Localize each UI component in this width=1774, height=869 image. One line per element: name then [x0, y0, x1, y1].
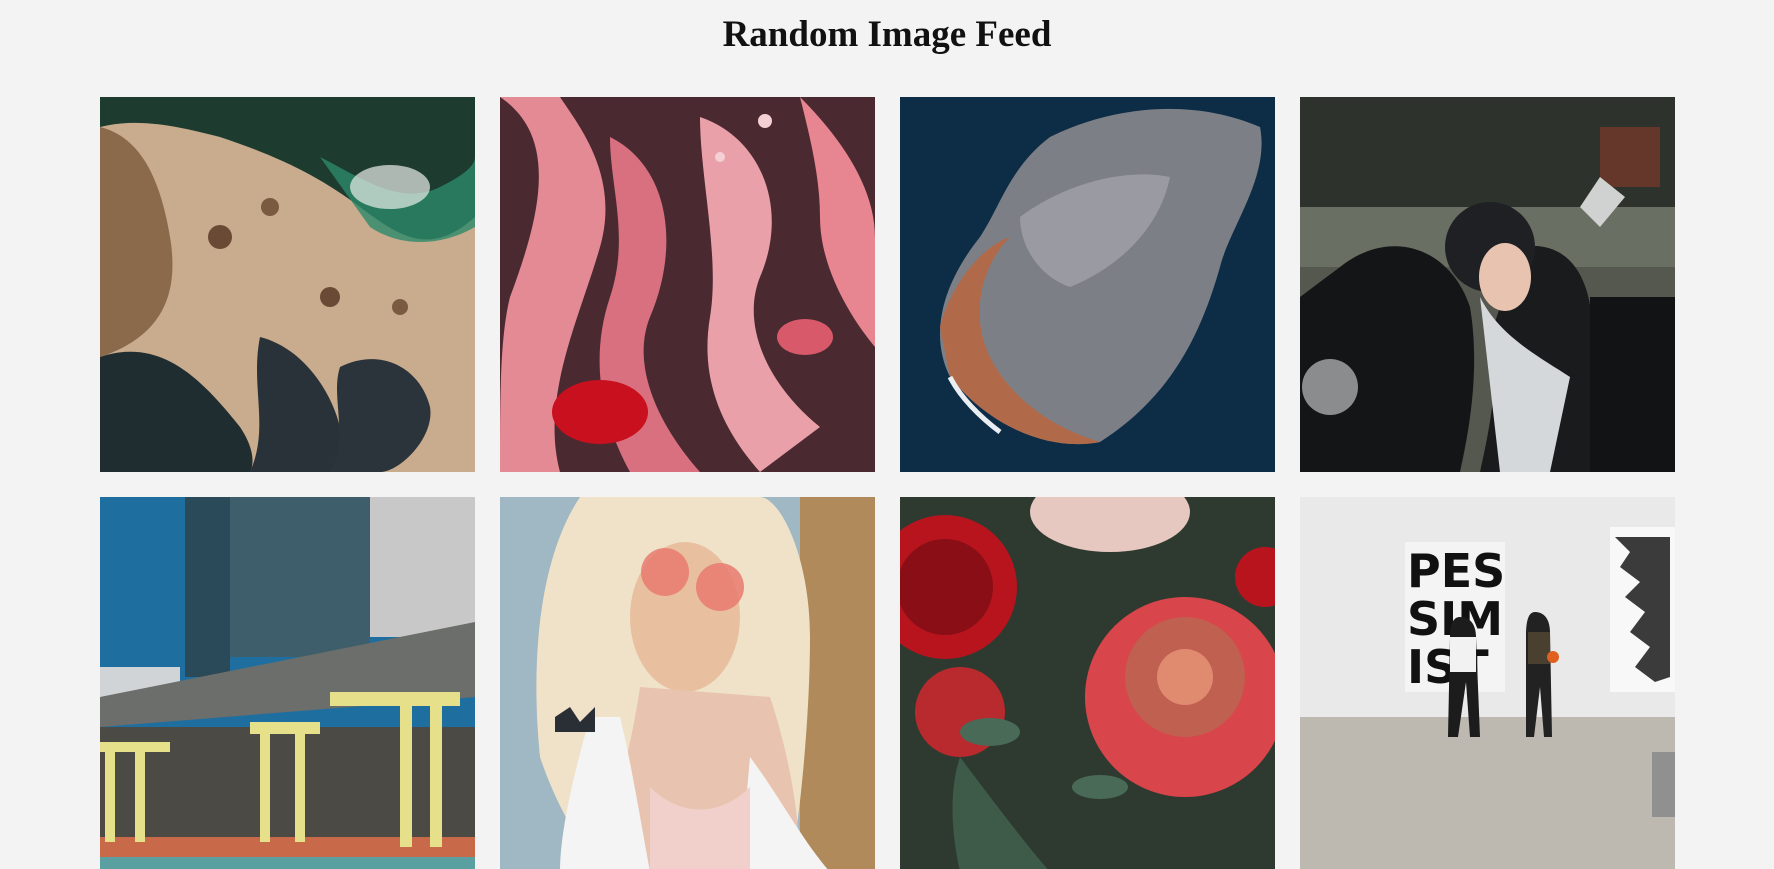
red-flowers-image — [900, 497, 1275, 869]
page-title: Random Image Feed — [722, 14, 1052, 55]
art-gallery-image: PES SIM IST — [1300, 497, 1675, 869]
sunglasses-woman-image — [500, 497, 875, 869]
svg-text:PES: PES — [1407, 544, 1505, 598]
city-plaza-image — [100, 497, 475, 869]
image-feed-grid: PES SIM IST — [100, 97, 1675, 869]
feed-image-aerial-coast[interactable] — [100, 97, 475, 472]
aerial-coast-image — [100, 97, 475, 472]
feed-image-sunglasses-woman[interactable] — [500, 497, 875, 869]
feed-image-art-gallery[interactable]: PES SIM IST — [1300, 497, 1675, 869]
abstract-marble-image — [500, 97, 875, 472]
aerial-island-image — [900, 97, 1275, 472]
feed-image-helmet-woman[interactable] — [1300, 97, 1675, 472]
feed-image-abstract-marble[interactable] — [500, 97, 875, 472]
helmet-woman-image — [1300, 97, 1675, 472]
feed-image-red-flowers[interactable] — [900, 497, 1275, 869]
feed-image-city-plaza[interactable] — [100, 497, 475, 869]
feed-image-aerial-island[interactable] — [900, 97, 1275, 472]
